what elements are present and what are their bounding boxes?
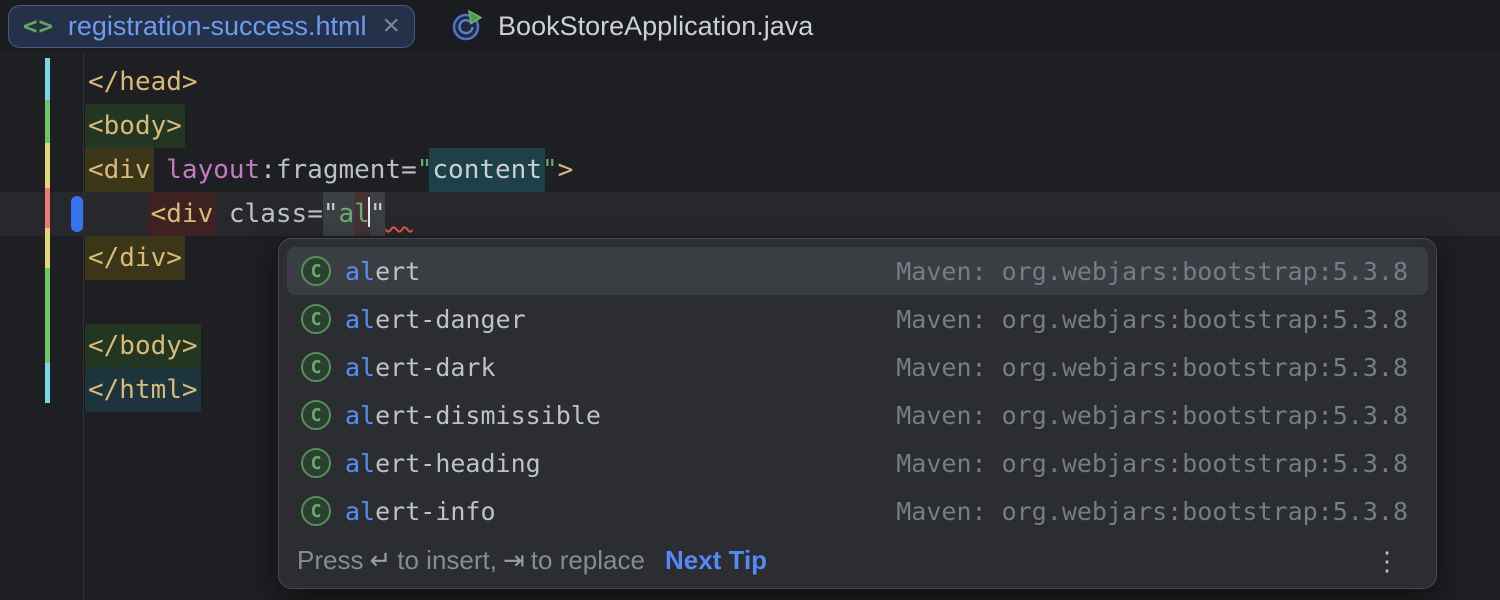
completion-item-label: alert	[345, 257, 420, 286]
completion-footer: Press ↵ to insert, ⇥ to replace Next Tip	[279, 538, 1436, 588]
completion-item-source: Maven: org.webjars:bootstrap:5.3.8	[896, 257, 1408, 286]
gutter-change-bar	[45, 268, 50, 363]
gutter-change-bar	[45, 143, 50, 188]
footer-hint-press: Press	[297, 545, 363, 576]
completion-item-source: Maven: org.webjars:bootstrap:5.3.8	[896, 353, 1408, 382]
close-icon[interactable]: ×	[383, 11, 401, 41]
code-line: <div layout:fragment="content">	[88, 148, 573, 192]
completion-item-label: alert-dismissible	[345, 401, 601, 430]
enter-key-icon: ↵	[363, 545, 397, 576]
completion-list: C alert Maven: org.webjars:bootstrap:5.3…	[279, 239, 1436, 535]
gutter-change-bar	[45, 100, 50, 143]
gutter-change-bar	[45, 58, 50, 100]
gutter-change-bars	[45, 58, 50, 403]
css-class-icon: C	[301, 352, 331, 382]
completion-popup: C alert Maven: org.webjars:bootstrap:5.3…	[278, 238, 1437, 589]
completion-item[interactable]: C alert-dismissible Maven: org.webjars:b…	[287, 391, 1428, 439]
gutter-change-bar	[45, 228, 50, 268]
completion-item[interactable]: C alert-heading Maven: org.webjars:boots…	[287, 439, 1428, 487]
completion-item-source: Maven: org.webjars:bootstrap:5.3.8	[896, 401, 1408, 430]
footer-hint-replace: to replace	[531, 545, 645, 576]
code-line: <body>	[88, 104, 573, 148]
footer-hint-insert: to insert,	[397, 545, 497, 576]
completion-item[interactable]: C alert-danger Maven: org.webjars:bootst…	[287, 295, 1428, 343]
completion-item-label: alert-info	[345, 497, 496, 526]
next-tip-link[interactable]: Next Tip	[665, 545, 767, 576]
html-file-icon: <>	[23, 12, 54, 40]
tab-key-icon: ⇥	[497, 545, 531, 576]
completion-item[interactable]: C alert-info Maven: org.webjars:bootstra…	[287, 487, 1428, 535]
completion-item[interactable]: C alert Maven: org.webjars:bootstrap:5.3…	[287, 247, 1428, 295]
completion-item-label: alert-heading	[345, 449, 541, 478]
completion-item-label: alert-dark	[345, 353, 496, 382]
css-class-icon: C	[301, 448, 331, 478]
css-class-icon: C	[301, 256, 331, 286]
more-options-icon[interactable]: ⋮	[1374, 548, 1400, 574]
gutter-change-bar	[45, 188, 50, 228]
gutter-change-bar	[45, 363, 50, 403]
error-squiggle-icon	[385, 208, 412, 226]
tab-bookstore-application[interactable]: BookStoreApplication.java	[435, 5, 828, 48]
completion-item-source: Maven: org.webjars:bootstrap:5.3.8	[896, 449, 1408, 478]
code-line: </head>	[88, 60, 573, 104]
spring-boot-run-icon	[450, 9, 484, 43]
completion-item[interactable]: C alert-dark Maven: org.webjars:bootstra…	[287, 343, 1428, 391]
caret-line-indicator	[71, 196, 83, 232]
tab-label: BookStoreApplication.java	[498, 11, 813, 42]
editor-tab-bar: <> registration-success.html × BookStore…	[0, 0, 1500, 52]
code-line: <div class="al"	[88, 192, 573, 236]
css-class-icon: C	[301, 400, 331, 430]
tab-registration-success[interactable]: <> registration-success.html ×	[8, 5, 415, 48]
css-class-icon: C	[301, 496, 331, 526]
completion-item-source: Maven: org.webjars:bootstrap:5.3.8	[896, 497, 1408, 526]
completion-item-label: alert-danger	[345, 305, 526, 334]
gutter-separator	[83, 52, 84, 600]
css-class-icon: C	[301, 304, 331, 334]
completion-item-source: Maven: org.webjars:bootstrap:5.3.8	[896, 305, 1408, 334]
tab-label: registration-success.html	[68, 11, 367, 42]
